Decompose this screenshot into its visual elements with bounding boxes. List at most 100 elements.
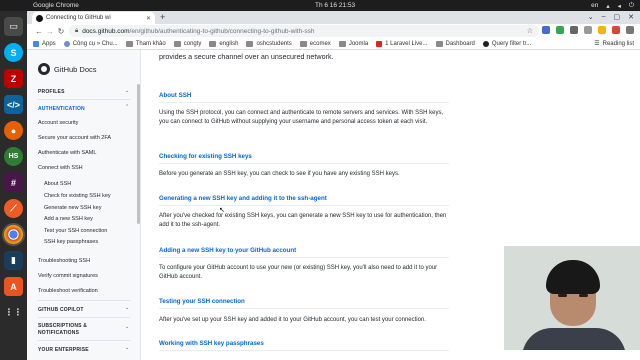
system-clock[interactable]: Th 6 16 21:53 <box>315 2 355 9</box>
browser-tab-active[interactable]: Connecting to GitHub wi ✕ <box>32 12 155 24</box>
chevron-down-icon[interactable]: ⌄ <box>125 345 129 351</box>
apps-grid-icon[interactable]: ⋮⋮ <box>4 303 23 322</box>
bookmark-folder[interactable]: oshcstudents <box>246 40 292 47</box>
slack-icon[interactable]: # <box>4 173 23 192</box>
filezilla-icon[interactable]: Z <box>4 69 23 88</box>
terminal2-icon[interactable]: ▮ <box>4 251 23 270</box>
sidebar-subitem-test-connection[interactable]: Test your SSH connection <box>44 228 107 234</box>
power-icon[interactable]: ⏻ <box>629 2 634 10</box>
heading-testing-connection[interactable]: Testing your SSH connection <box>159 298 245 305</box>
address-bar[interactable]: 🔒︎ docs.github.com /en/github/authentica… <box>69 25 539 37</box>
sidebar-item-connect-ssh[interactable]: Connect with SSH <box>38 165 83 171</box>
extensions-puzzle-icon[interactable] <box>626 26 634 34</box>
language-indicator[interactable]: en <box>591 2 598 10</box>
sidebar-section-profiles[interactable]: PROFILES <box>38 89 65 95</box>
tab-strip: Connecting to GitHub wi ✕ + ⌄ – ▢ ✕ <box>27 11 640 24</box>
sidebar-item-troubleshoot-verification[interactable]: Troubleshoot verification <box>38 288 98 294</box>
webcam-person-shirt <box>522 328 626 350</box>
bookmark-apps[interactable]: Apps <box>33 40 56 47</box>
url-host: docs.github.com <box>82 27 130 35</box>
github-favicon-icon <box>36 14 43 22</box>
sidebar-item-2fa[interactable]: Secure your account with 2FA <box>38 135 111 141</box>
sidebar-subitem-passphrases[interactable]: SSH key passphrases <box>44 239 98 245</box>
sidebar-section-your-enterprise[interactable]: YOUR ENTERPRISE <box>38 347 89 353</box>
sidebar-section-authentication[interactable]: AUTHENTICATION <box>38 106 85 112</box>
skype-icon[interactable]: S <box>4 43 23 62</box>
heading-checking-keys[interactable]: Checking for existing SSH keys <box>159 153 252 160</box>
paragraph-testing-connection: After you've set up your SSH key and add… <box>159 317 426 323</box>
globe-icon <box>63 40 70 47</box>
github-docs-logo[interactable]: GitHub Docs <box>38 63 97 75</box>
tab-search-icon[interactable]: ⌄ <box>588 13 594 21</box>
system-tray[interactable]: en ▴ ◂ ⏻ <box>591 2 634 10</box>
sidebar-item-saml[interactable]: Authenticate with SAML <box>38 150 96 156</box>
sidebar-subitem-generate-key[interactable]: Generate new SSH key <box>44 205 101 211</box>
back-icon[interactable]: ← <box>35 27 43 36</box>
terminal-icon[interactable]: ▭ <box>4 17 23 36</box>
bookmark-item[interactable]: Công cụ » Chu... <box>63 40 118 47</box>
docs-sidebar: GitHub Docs PROFILES ⌄ AUTHENTICATION ⌃ … <box>27 50 141 360</box>
vscode-icon[interactable]: </> <box>4 95 23 114</box>
extensions-area: ⋮ <box>542 26 640 34</box>
bookmark-star-icon[interactable]: ☆ <box>527 27 533 35</box>
browser-chrome: Connecting to GitHub wi ✕ + ⌄ – ▢ ✕ ← → … <box>27 11 640 50</box>
folder-icon <box>209 40 217 47</box>
sidebar-subitem-add-key[interactable]: Add a new SSH key <box>44 216 93 222</box>
forward-icon[interactable]: → <box>46 27 54 36</box>
bookmark-folder[interactable]: Joomla <box>338 40 368 47</box>
bookmark-folder[interactable]: ecomex <box>299 40 331 47</box>
firefox-icon[interactable]: ● <box>4 121 23 140</box>
bookmark-item[interactable]: 1 Laravel Live... <box>376 40 428 47</box>
sidebar-item-account-security[interactable]: Account security <box>38 120 78 126</box>
reading-list-button[interactable]: ☰ Reading list <box>594 40 634 48</box>
maximize-icon[interactable]: ▢ <box>614 13 621 21</box>
chevron-down-icon[interactable]: ⌄ <box>125 88 129 94</box>
heading-rule <box>159 308 449 309</box>
network-icon[interactable]: ▴ <box>606 2 609 10</box>
sidebar-item-troubleshooting-ssh[interactable]: Troubleshooting SSH <box>38 258 90 264</box>
mouse-cursor-icon: ↖ <box>219 207 225 214</box>
sidebar-scrollbar[interactable] <box>137 84 140 224</box>
bookmark-folder[interactable]: english <box>209 40 238 47</box>
sidebar-section-github-copilot[interactable]: GITHUB COPILOT <box>38 307 84 313</box>
bookmark-folder[interactable]: Tham khảo <box>125 40 166 47</box>
heading-passphrases[interactable]: Working with SSH key passphrases <box>159 340 264 347</box>
lock-icon[interactable]: 🔒︎ <box>75 28 78 35</box>
sidebar-subitem-check-existing[interactable]: Check for existing SSH key <box>44 193 111 199</box>
bookmark-item[interactable]: Query filter tr... <box>482 40 531 47</box>
webcam-person-eye <box>579 294 588 297</box>
heading-generating-key[interactable]: Generating a new SSH key and adding it t… <box>159 195 327 202</box>
sidebar-subitem-about-ssh[interactable]: About SSH <box>44 181 71 187</box>
postman-icon[interactable]: ⟋ <box>4 199 23 218</box>
bookmark-folder[interactable]: Dashboard <box>435 40 475 47</box>
window-controls: ⌄ – ▢ ✕ <box>588 13 634 21</box>
extension-icon-4[interactable] <box>584 26 592 34</box>
extension-icon-2[interactable] <box>556 26 564 34</box>
bookmark-folder[interactable]: congty <box>173 40 201 47</box>
active-app-name[interactable]: Google Chrome <box>33 2 79 9</box>
extension-icon-5[interactable] <box>598 26 606 34</box>
sidebar-section-notifications[interactable]: NOTIFICATIONS <box>38 330 79 336</box>
sidebar-item-verify-commits[interactable]: Verify commit signatures <box>38 273 98 279</box>
chrome-icon[interactable] <box>4 225 23 244</box>
apps-grid-small-icon <box>33 40 39 47</box>
close-window-icon[interactable]: ✕ <box>628 13 634 21</box>
sidebar-section-subscriptions[interactable]: SUBSCRIPTIONS & <box>38 323 87 329</box>
github-small-icon <box>482 40 489 47</box>
hs-icon[interactable]: HS <box>4 147 23 166</box>
heading-adding-key[interactable]: Adding a new SSH key to your GitHub acco… <box>159 247 296 254</box>
heading-about-ssh[interactable]: About SSH <box>159 92 191 99</box>
volume-icon[interactable]: ◂ <box>618 2 621 10</box>
extension-icon-3[interactable] <box>570 26 578 34</box>
reload-icon[interactable]: ↻ <box>57 27 65 36</box>
ubuntu-store-icon[interactable]: A <box>4 277 23 296</box>
paragraph-generating-key: After you've checked for existing SSH ke… <box>159 213 447 228</box>
new-tab-button[interactable]: + <box>160 12 165 22</box>
minimize-icon[interactable]: – <box>602 13 606 21</box>
close-tab-icon[interactable]: ✕ <box>146 15 151 22</box>
chevron-up-icon[interactable]: ⌃ <box>125 104 129 110</box>
chevron-down-icon[interactable]: ⌄ <box>125 324 129 330</box>
extension-icon-6[interactable] <box>612 26 620 34</box>
chevron-down-icon[interactable]: ⌄ <box>125 305 129 311</box>
extension-icon-1[interactable] <box>542 26 550 34</box>
